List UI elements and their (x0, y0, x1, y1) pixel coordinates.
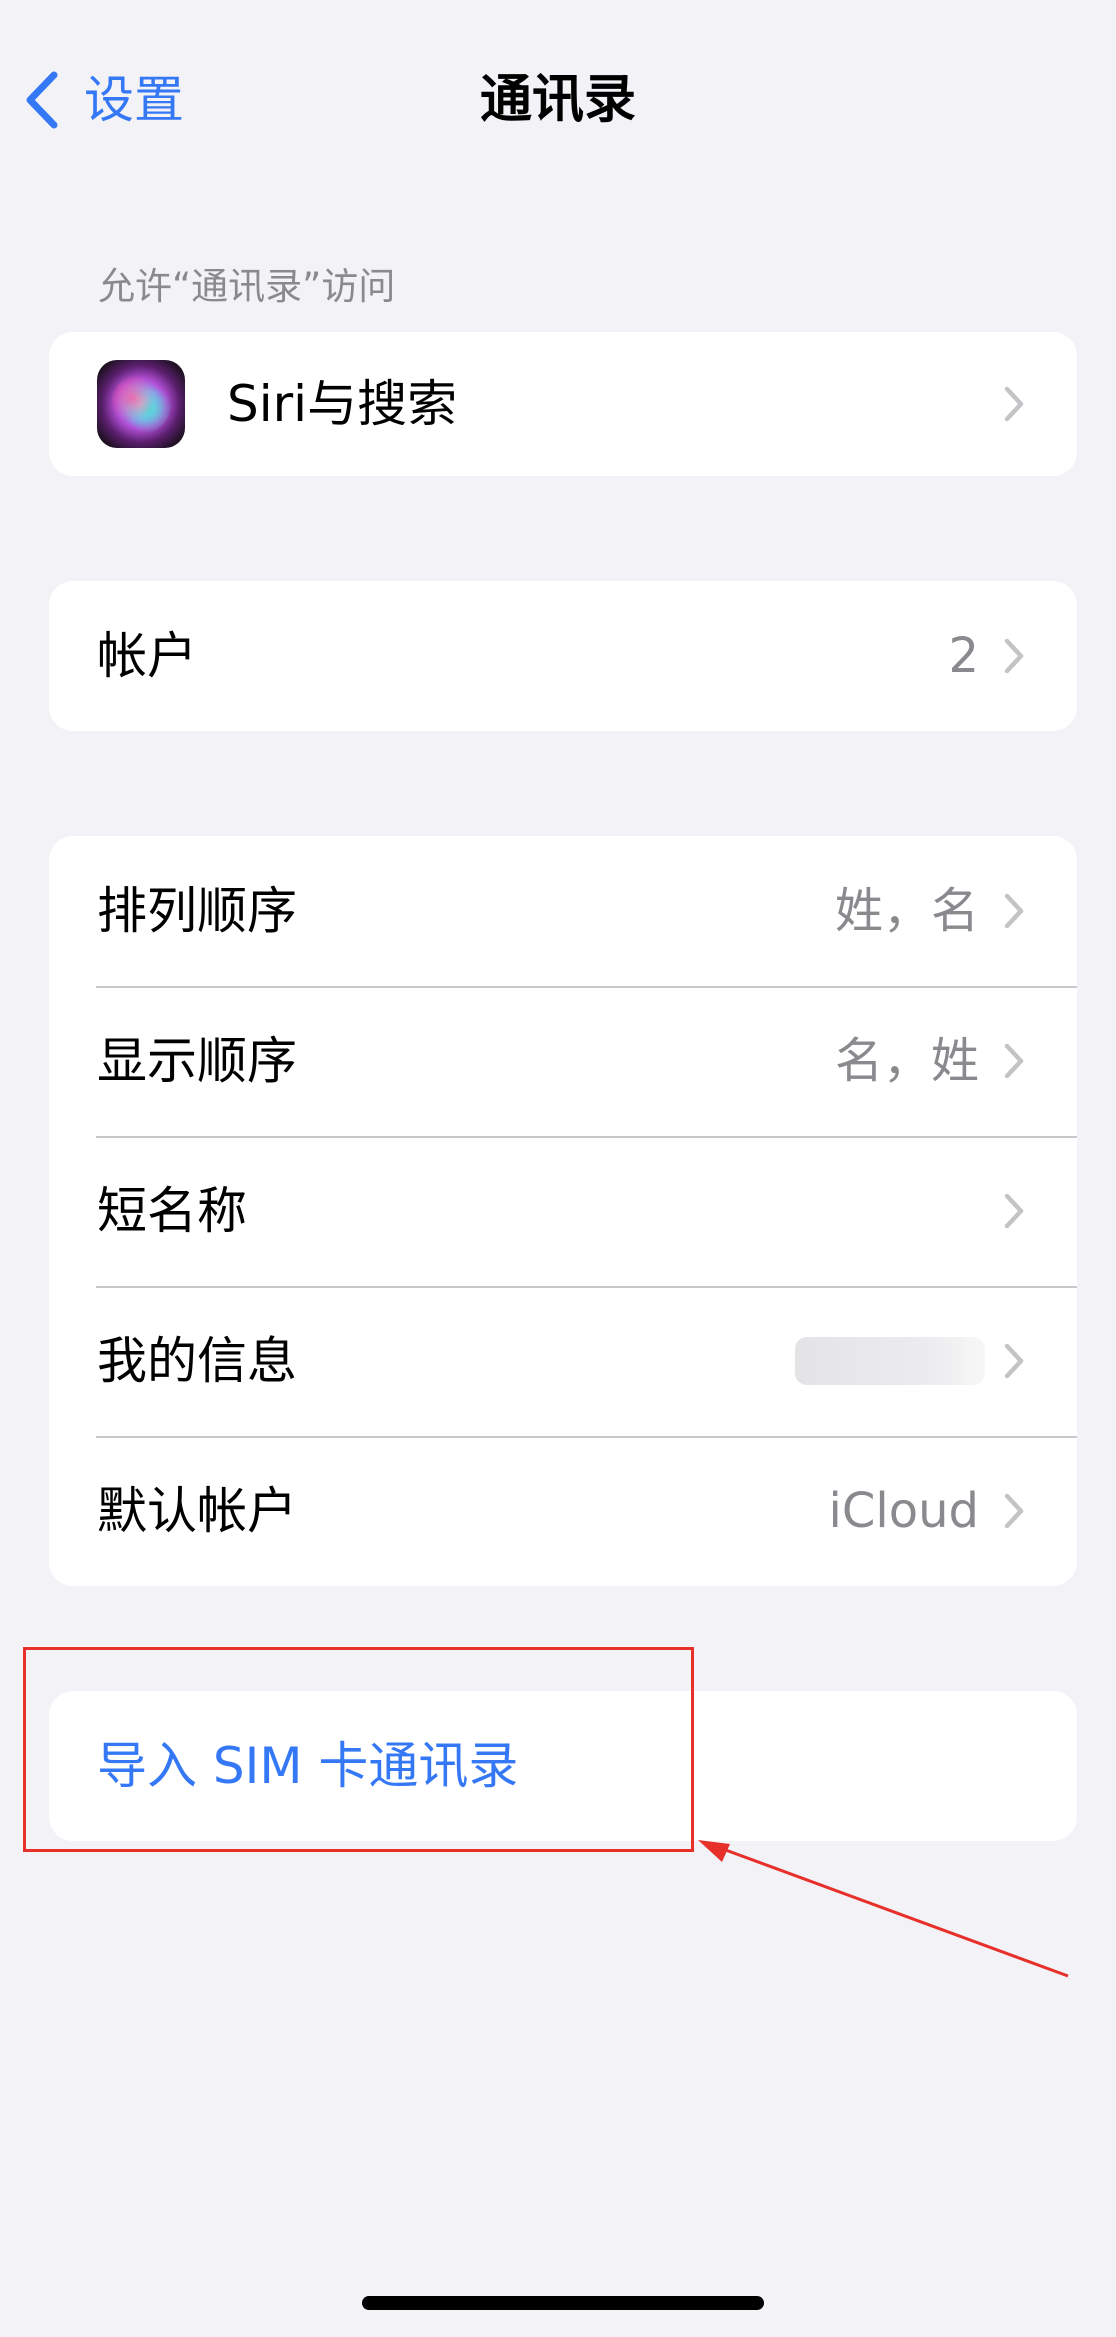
chevron-right-icon (1003, 1341, 1027, 1381)
section-header-allow-access: 允许“通讯录”访问 (98, 265, 396, 308)
annotation-arrow-icon (698, 1840, 1069, 1978)
accounts-count: 2 (948, 628, 979, 684)
chevron-right-icon (1003, 636, 1027, 676)
chevron-right-icon (1003, 384, 1027, 424)
siri-icon (97, 360, 185, 448)
default-account-value: iCloud (828, 1483, 979, 1539)
default-account-row[interactable]: 默认帐户 iCloud (49, 1436, 1077, 1586)
short-name-row[interactable]: 短名称 (49, 1136, 1077, 1286)
my-info-value-redacted (795, 1337, 985, 1385)
accounts-row[interactable]: 帐户 2 (49, 581, 1077, 731)
display-order-label: 显示顺序 (97, 1032, 297, 1090)
siri-group: Siri与搜索 (49, 332, 1077, 476)
accounts-group: 帐户 2 (49, 581, 1077, 731)
display-order-row[interactable]: 显示顺序 名，姓 (49, 986, 1077, 1136)
contacts-settings-group: 排列顺序 姓，名 显示顺序 名，姓 短名称 我的信息 默认帐户 iCloud (49, 836, 1077, 1586)
page-title: 通讯录 (479, 70, 636, 130)
default-account-label: 默认帐户 (97, 1482, 297, 1540)
sort-order-label: 排列顺序 (97, 882, 297, 940)
navigation-bar: 设置 通讯录 (0, 40, 1116, 160)
accounts-label: 帐户 (97, 627, 197, 685)
my-info-label: 我的信息 (97, 1332, 297, 1390)
chevron-right-icon (1003, 1041, 1027, 1081)
siri-search-row[interactable]: Siri与搜索 (49, 332, 1077, 476)
chevron-right-icon (1003, 891, 1027, 931)
display-order-value: 名，姓 (834, 1033, 979, 1089)
chevron-right-icon (1003, 1191, 1027, 1231)
home-indicator (362, 2296, 764, 2310)
short-name-label: 短名称 (97, 1182, 247, 1240)
annotation-highlight-box (23, 1647, 694, 1852)
my-info-row[interactable]: 我的信息 (49, 1286, 1077, 1436)
siri-search-label: Siri与搜索 (227, 375, 458, 433)
chevron-right-icon (1003, 1491, 1027, 1531)
sort-order-value: 姓，名 (834, 883, 979, 939)
sort-order-row[interactable]: 排列顺序 姓，名 (49, 836, 1077, 986)
